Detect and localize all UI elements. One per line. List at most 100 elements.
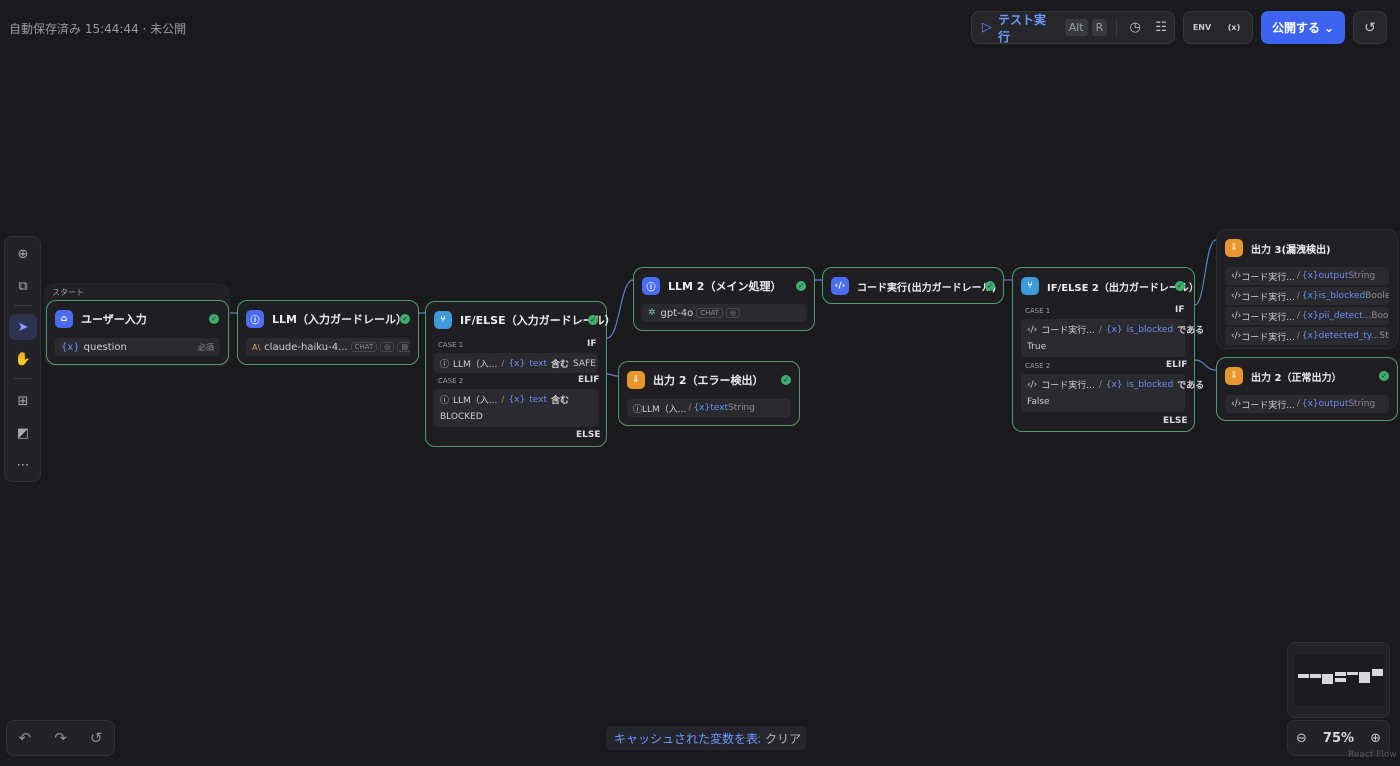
node-code-exec[interactable]: ‹/› コード実行(出力ガードレール) ✓ [822,267,1004,304]
output-row: ‹/› コード実行... / {x} is_blocked Boolean [1225,287,1389,305]
zoom-in-icon[interactable]: ⊕ [1370,731,1381,746]
condition-value: BLOCKED [440,412,483,422]
edge [606,279,634,339]
output-row: ‹/› コード実行... / {x} pii_detect... Boolean [1225,307,1389,325]
condition-row: ⓘ LLM（入... / {x} text 含む BLOCKED [434,389,598,427]
minimap-node [1310,674,1321,678]
node-ifelse-input[interactable]: ⑂ IF/ELSE（入力ガードレール） ✓ CASE 1 IF ⓘ LLM（入.… [425,301,616,447]
minimap-node [1335,672,1346,676]
check-icon: ✓ [209,314,219,324]
output-variable: pii_detect... [1318,311,1372,321]
clear-button[interactable]: クリア [760,726,807,750]
code-icon: ‹/› [1231,399,1242,409]
minimap-node [1372,669,1383,676]
minimap-node [1298,674,1309,678]
node-header: ⇩ 出力 2（エラー検出） [627,371,763,389]
minimap-node [1347,672,1358,675]
node-output-normal[interactable]: ⇩ 出力 2（正常出力） ✓ ‹/› コード実行... / {x} output… [1216,357,1398,421]
field-name: question [83,341,127,353]
output-type: String [728,403,755,413]
output-icon: ⇩ [1225,239,1243,257]
case-label: CASE 1 [1025,307,1051,315]
minimap-viewport [1295,655,1384,705]
minimap-node [1322,674,1333,684]
history-icon[interactable]: ↺ [90,729,103,747]
condition-row: ‹/› コード実行... / {x} is_blocked である True [1021,319,1204,357]
else-label: ELSE [1163,416,1188,426]
llm-icon: ⓘ [440,360,450,370]
condition-operator: 含む [551,396,570,406]
condition-operator: である [1177,326,1205,336]
output-source: コード実行... [1241,272,1295,283]
code-icon: ‹/› [1231,271,1242,281]
redo-icon[interactable]: ↷ [54,729,67,747]
code-icon: ‹/› [1231,331,1242,341]
code-icon: ‹/› [1231,291,1242,301]
condition-value: False [1027,397,1050,407]
undo-redo-controls: ↶ ↷ ↺ [6,720,115,756]
condition: ⓘ LLM（入... / {x} text 含む SAFE [440,357,596,371]
document-icon: ▤ [397,342,410,352]
node-title: ユーザー入力 [81,313,147,326]
react-flow-attribution[interactable]: React Flow [1348,750,1397,760]
check-icon: ✓ [985,281,995,291]
node-llm-main[interactable]: ⓘ LLM 2（メイン処理） ✓ ✲ gpt-4o CHAT ◎ [633,267,815,331]
output-icon: ⇩ [1225,367,1243,385]
condition-source: コード実行... [1041,381,1095,391]
condition: ‹/› コード実行... / {x} is_blocked である [1027,378,1204,392]
output-icon: ⇩ [627,371,645,389]
variable-icon: {x} [508,358,526,369]
condition-source: LLM（入... [453,360,498,370]
node-header: ‹/› コード実行(出力ガードレール) [831,277,996,295]
condition-row: ‹/› コード実行... / {x} is_blocked である False [1021,374,1204,412]
node-output-error[interactable]: ⇩ 出力 2（エラー検出） ✓ ⓘ LLM（入... / {x} text St… [618,361,800,426]
output-type: Boolean [1371,311,1389,321]
variable-icon: {x} [1301,311,1319,321]
output-variable: output [1318,271,1349,281]
variable-icon: {x} [693,403,711,413]
node-output-leak[interactable]: ⇩ 出力 3(漏洩検出) ‹/› コード実行... / {x} output S… [1216,229,1398,349]
path-separator: / [1296,311,1300,321]
path-separator: / [501,358,505,369]
node-header: ⌂ ユーザー入力 [55,310,147,328]
code-icon: ‹/› [831,277,849,295]
show-cached-variables-button[interactable]: キャッシュされた変数を表示 [606,726,779,750]
path-separator: / [1296,271,1300,281]
condition: ⓘ LLM（入... / {x} text 含む [440,393,570,407]
node-title: コード実行(出力ガードレール) [857,282,997,294]
output-variable: text [710,403,728,413]
edge [1194,239,1217,306]
model-name: gpt-4o [660,307,694,319]
undo-icon[interactable]: ↶ [19,729,32,747]
node-user-input[interactable]: ⌂ ユーザー入力 ✓ {x} question 必須 [46,300,229,365]
node-ifelse-output[interactable]: ⑂ IF/ELSE 2（出力ガードレール） ✓ CASE 1 IF ‹/› コー… [1012,267,1204,432]
condition-source: LLM（入... [453,396,498,406]
condition-value: True [1027,342,1047,352]
code-icon: ‹/› [1231,311,1242,321]
code-icon: ‹/› [1027,379,1038,390]
required-label: 必須 [198,342,214,352]
condition: ‹/› コード実行... / {x} is_blocked である [1027,323,1205,337]
else-label: ELSE [576,430,601,440]
edge [606,373,619,377]
minimap[interactable] [1287,642,1390,718]
condition-value: SAFE [573,358,596,369]
model-name: claude-haiku-4... [264,341,348,353]
output-source: コード実行... [1241,400,1295,411]
variable-icon: {x} [1301,271,1319,281]
branch-icon: ⑂ [1021,277,1039,295]
zoom-out-icon[interactable]: ⊖ [1296,731,1307,746]
path-separator: / [1098,324,1102,335]
output-source: コード実行... [1241,312,1295,323]
condition-variable: text [529,358,547,369]
condition-source: コード実行... [1041,326,1095,336]
code-icon: ‹/› [1027,324,1038,335]
condition-variable: is_blocked [1126,379,1174,390]
check-icon: ✓ [1379,371,1389,381]
minimap-node [1335,678,1346,682]
edge [1194,359,1217,371]
node-llm-guardrail[interactable]: ⓘ LLM（入力ガードレール） ✓ A\ claude-haiku-4... C… [237,300,419,365]
node-header: ⇩ 出力 2（正常出力） [1225,367,1341,385]
zoom-level[interactable]: 75% [1323,731,1354,746]
case-label: CASE 2 [438,377,464,385]
